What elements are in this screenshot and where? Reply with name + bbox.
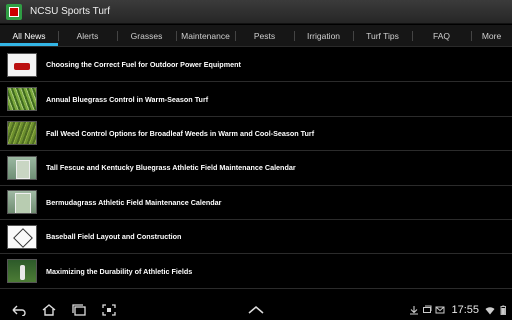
category-tabs: All News Alerts Grasses Maintenance Pest… <box>0 25 512 47</box>
recent-apps-icon <box>72 304 86 316</box>
battery-icon <box>498 305 508 315</box>
field-diagram-thumbnail <box>7 224 37 249</box>
article-row[interactable]: Bermudagrass Athletic Field Maintenance … <box>0 186 512 220</box>
app-logo-icon[interactable] <box>6 3 22 20</box>
screenshot-icon <box>102 304 116 316</box>
tab-pests[interactable]: Pests <box>235 25 294 46</box>
message-icon <box>435 305 445 315</box>
article-title: Tall Fescue and Kentucky Bluegrass Athle… <box>46 163 296 173</box>
recent-apps-button[interactable] <box>68 300 90 320</box>
aerial-field-thumbnail <box>7 155 37 180</box>
article-title: Maximizing the Durability of Athletic Fi… <box>46 266 193 276</box>
home-icon <box>42 304 56 316</box>
chevron-up-icon[interactable] <box>246 303 266 317</box>
mower-thumbnail <box>7 52 37 77</box>
system-nav-bar: 17:55 <box>0 300 512 320</box>
article-row[interactable]: Annual Bluegrass Control in Warm-Season … <box>0 82 512 117</box>
article-title: Fall Weed Control Options for Broadleaf … <box>46 128 315 138</box>
article-title: Annual Bluegrass Control in Warm-Season … <box>46 94 209 104</box>
tab-all-news[interactable]: All News <box>0 25 58 46</box>
article-row[interactable]: Choosing the Correct Fuel for Outdoor Po… <box>0 48 512 83</box>
article-list: Choosing the Correct Fuel for Outdoor Po… <box>0 48 512 294</box>
back-icon <box>12 305 26 316</box>
grass-thumbnail <box>7 87 37 112</box>
screenshot-button[interactable] <box>98 300 120 320</box>
tab-turf-tips[interactable]: Turf Tips <box>353 25 412 46</box>
article-row[interactable]: Maximizing the Durability of Athletic Fi… <box>0 254 512 289</box>
tab-alerts[interactable]: Alerts <box>58 25 117 46</box>
wifi-icon <box>485 305 495 315</box>
tab-more[interactable]: More <box>471 25 512 46</box>
athlete-thumbnail <box>7 259 37 284</box>
sync-icon <box>422 305 432 315</box>
grass-thumbnail <box>7 121 37 146</box>
article-row[interactable]: Fall Weed Control Options for Broadleaf … <box>0 117 512 152</box>
clock: 17:55 <box>451 304 479 316</box>
download-icon <box>409 305 419 315</box>
tab-grasses[interactable]: Grasses <box>117 25 176 46</box>
back-button[interactable] <box>8 300 30 320</box>
tab-irrigation[interactable]: Irrigation <box>294 25 353 46</box>
home-button[interactable] <box>38 300 60 320</box>
article-title: Choosing the Correct Fuel for Outdoor Po… <box>46 60 241 70</box>
aerial-field-thumbnail <box>7 190 37 215</box>
article-title: Baseball Field Layout and Construction <box>46 232 182 242</box>
tab-faq[interactable]: FAQ <box>412 25 471 46</box>
article-row[interactable]: Baseball Field Layout and Construction <box>0 220 512 255</box>
article-title: Bermudagrass Athletic Field Maintenance … <box>46 197 222 207</box>
app-title-bar: NCSU Sports Turf <box>0 0 512 24</box>
app-title: NCSU Sports Turf <box>30 6 111 17</box>
article-row[interactable]: Tall Fescue and Kentucky Bluegrass Athle… <box>0 151 512 186</box>
status-area[interactable]: 17:55 <box>409 300 508 320</box>
tab-maintenance[interactable]: Maintenance <box>176 25 235 46</box>
